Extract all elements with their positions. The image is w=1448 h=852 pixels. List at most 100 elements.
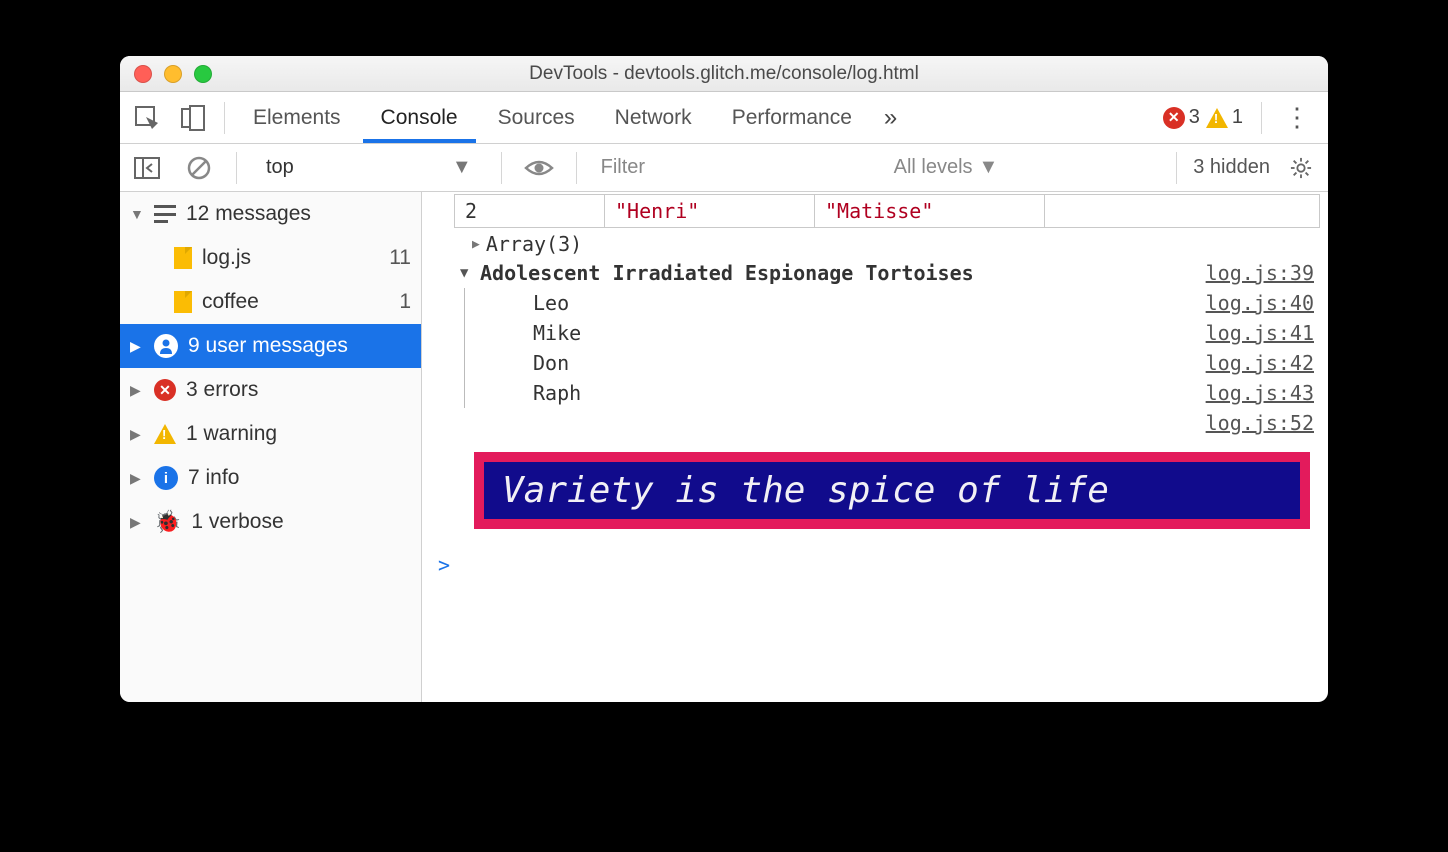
console-log-item[interactable]: Leo log.js:40: [464, 288, 1328, 318]
file-icon: [174, 291, 192, 313]
kebab-menu-icon[interactable]: ⋮: [1272, 102, 1322, 133]
console-log-item[interactable]: Don log.js:42: [464, 348, 1328, 378]
sidebar-item-label: 7 info: [188, 466, 239, 490]
prompt-glyph: >: [438, 553, 450, 577]
close-window-button[interactable]: [134, 65, 152, 83]
chevron-right-icon: ▶: [130, 338, 144, 355]
chevron-right-icon: ▶: [130, 426, 144, 443]
styled-log-row: Variety is the spice of life: [422, 438, 1328, 547]
sidebar-item-warnings[interactable]: ▶ 1 warning: [120, 412, 421, 456]
array-log[interactable]: ▶ Array(3): [422, 230, 1328, 258]
separator: [576, 152, 577, 184]
log-text: Don: [533, 351, 1206, 375]
separator: [236, 152, 237, 184]
console-body: ▼ 12 messages log.js 11 coffee 1 ▶ 9 use…: [120, 192, 1328, 702]
console-log-item[interactable]: Raph log.js:43: [464, 378, 1328, 408]
context-value: top: [266, 156, 294, 179]
array-label: Array(3): [486, 232, 582, 256]
console-sidebar: ▼ 12 messages log.js 11 coffee 1 ▶ 9 use…: [120, 192, 422, 702]
console-group[interactable]: ▼ Adolescent Irradiated Espionage Tortoi…: [422, 258, 1328, 288]
titlebar: DevTools - devtools.glitch.me/console/lo…: [120, 56, 1328, 92]
tab-sources[interactable]: Sources: [480, 92, 593, 143]
chevron-right-icon: ▶: [130, 470, 144, 487]
source-link[interactable]: log.js:42: [1206, 351, 1314, 375]
source-link[interactable]: log.js:39: [1206, 261, 1314, 285]
user-icon: [154, 334, 178, 358]
list-icon: [154, 205, 176, 223]
group-title: Adolescent Irradiated Espionage Tortoise…: [480, 261, 1206, 285]
error-count: 3: [1189, 106, 1200, 129]
status-badges[interactable]: ✕ 3 1: [1163, 106, 1251, 129]
sidebar-file-item[interactable]: coffee 1: [120, 280, 421, 324]
sidebar-item-label: 1 verbose: [191, 510, 283, 534]
source-link[interactable]: log.js:40: [1206, 291, 1314, 315]
log-levels-selector[interactable]: All levels ▼: [884, 156, 1009, 179]
traffic-lights: [134, 65, 212, 83]
devtools-window: DevTools - devtools.glitch.me/console/lo…: [120, 56, 1328, 702]
more-tabs-icon[interactable]: »: [874, 104, 907, 132]
table-cell-last: "Matisse": [815, 195, 1045, 227]
file-name: coffee: [202, 290, 259, 314]
chevron-down-icon: ▼: [452, 156, 472, 179]
table-cell-empty: [1045, 195, 1319, 227]
source-link[interactable]: log.js:41: [1206, 321, 1314, 345]
sidebar-item-messages[interactable]: ▼ 12 messages: [120, 192, 421, 236]
console-output: 2 "Henri" "Matisse" ▶ Array(3) ▼ Adolesc…: [422, 192, 1328, 702]
sidebar-item-user-messages[interactable]: ▶ 9 user messages: [120, 324, 421, 368]
clear-console-icon[interactable]: [178, 147, 220, 189]
console-filterbar: top ▼ All levels ▼ 3 hidden: [120, 144, 1328, 192]
context-selector[interactable]: top ▼: [253, 155, 485, 180]
window-title: DevTools - devtools.glitch.me/console/lo…: [120, 63, 1328, 85]
tab-console[interactable]: Console: [363, 92, 476, 143]
inspect-element-icon[interactable]: [126, 97, 168, 139]
info-icon: i: [154, 466, 178, 490]
sidebar-item-info[interactable]: ▶ i 7 info: [120, 456, 421, 500]
hidden-messages-label[interactable]: 3 hidden: [1193, 156, 1270, 179]
toggle-sidebar-icon[interactable]: [126, 147, 168, 189]
filter-input[interactable]: [593, 152, 874, 184]
gear-icon[interactable]: [1280, 147, 1322, 189]
log-text: Mike: [533, 321, 1206, 345]
separator: [224, 102, 225, 134]
tab-performance[interactable]: Performance: [714, 92, 870, 143]
error-icon: ✕: [1163, 107, 1185, 129]
tab-network[interactable]: Network: [597, 92, 710, 143]
error-badge[interactable]: ✕ 3: [1163, 106, 1200, 129]
warning-count: 1: [1232, 106, 1243, 129]
maximize-window-button[interactable]: [194, 65, 212, 83]
console-log-item[interactable]: Mike log.js:41: [464, 318, 1328, 348]
source-link[interactable]: log.js:43: [1206, 381, 1314, 405]
file-count: 1: [399, 290, 411, 314]
separator: [1261, 102, 1262, 134]
sidebar-item-verbose[interactable]: ▶ 🐞 1 verbose: [120, 500, 421, 544]
table-row[interactable]: 2 "Henri" "Matisse": [454, 194, 1320, 228]
source-link[interactable]: log.js:52: [1206, 411, 1314, 435]
tabstrip: Elements Console Sources Network Perform…: [120, 92, 1328, 144]
warning-badge[interactable]: 1: [1206, 106, 1243, 129]
chevron-right-icon: ▶: [130, 514, 144, 531]
file-count: 11: [389, 246, 411, 270]
chevron-right-icon: ▶: [472, 237, 480, 252]
console-log-item[interactable]: log.js:52: [422, 408, 1328, 438]
error-icon: ✕: [154, 379, 176, 401]
chevron-down-icon: ▼: [460, 261, 480, 285]
minimize-window-button[interactable]: [164, 65, 182, 83]
file-icon: [174, 247, 192, 269]
warning-icon: [154, 424, 176, 444]
sidebar-item-errors[interactable]: ▶ ✕ 3 errors: [120, 368, 421, 412]
bug-icon: 🐞: [154, 509, 181, 535]
sidebar-item-label: 1 warning: [186, 422, 277, 446]
log-text: Leo: [533, 291, 1206, 315]
table-cell-first: "Henri": [605, 195, 815, 227]
sidebar-item-label: 12 messages: [186, 202, 311, 226]
log-text: Raph: [533, 381, 1206, 405]
styled-log-text: Variety is the spice of life: [474, 452, 1310, 529]
table-cell-index: 2: [455, 195, 605, 227]
levels-label: All levels: [894, 156, 973, 179]
device-toolbar-icon[interactable]: [172, 97, 214, 139]
sidebar-file-item[interactable]: log.js 11: [120, 236, 421, 280]
tab-elements[interactable]: Elements: [235, 92, 359, 143]
console-prompt[interactable]: >: [422, 547, 1328, 593]
chevron-right-icon: ▶: [130, 382, 144, 399]
live-expression-icon[interactable]: [518, 147, 560, 189]
